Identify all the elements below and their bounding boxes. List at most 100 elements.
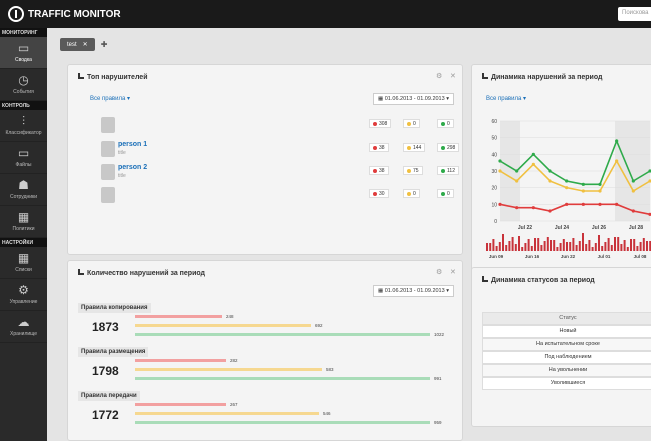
app-title: TRAFFIC MONITOR: [28, 8, 121, 20]
chart-icon: [482, 73, 488, 79]
data-point: [615, 159, 619, 163]
value-red: 267: [230, 402, 238, 407]
data-point: [631, 189, 635, 193]
overview-bar: [521, 247, 524, 251]
person-name[interactable]: person 2: [118, 164, 147, 171]
person-name[interactable]: person 1: [118, 141, 147, 148]
statuses-title: Динамика статусов за период: [482, 276, 595, 284]
overview-bar: [543, 241, 546, 251]
rules-filter-dropdown[interactable]: Все правила ▾: [90, 95, 130, 102]
overview-bar: [636, 246, 639, 251]
data-point: [515, 179, 519, 183]
violator-row[interactable]: person 1 title 38 144 298: [101, 141, 461, 163]
search-input[interactable]: Поискова: [618, 7, 651, 21]
clock-icon: ◷: [18, 73, 29, 87]
value-yellow: 692: [315, 323, 323, 328]
rule-card: Правила копирования 1873 248 692 1022: [78, 303, 461, 341]
data-point: [548, 209, 552, 213]
data-point: [531, 152, 535, 156]
status-header: Статус: [482, 312, 651, 325]
overview-bar: [556, 247, 559, 251]
data-point: [515, 206, 519, 210]
overview-bar: [518, 236, 520, 251]
data-point: [548, 179, 552, 183]
close-icon[interactable]: ✕: [450, 268, 456, 276]
sidebar-item-management[interactable]: ⚙ Управление: [0, 279, 47, 311]
status-item[interactable]: На увольнении: [482, 364, 651, 377]
violators-panel: Топ нарушителей ⚙ ✕ Все правила ▾ ▦ 01.0…: [67, 64, 463, 280]
overview-bar: [620, 244, 623, 251]
value-red: 248: [226, 314, 234, 319]
overview-bar: [524, 243, 527, 251]
status-item[interactable]: На испытательном сроке: [482, 338, 651, 351]
status-item[interactable]: Уволившиеся: [482, 377, 651, 390]
sidebar-item-classifier[interactable]: ⫶ Классификатор: [0, 110, 47, 142]
counts-title: Количество нарушений за период: [78, 269, 205, 277]
bar-yellow: [135, 412, 319, 415]
chart-icon: [78, 269, 84, 275]
overview-bar: [594, 243, 597, 251]
add-tab-icon[interactable]: ✚: [101, 40, 108, 49]
violator-row[interactable]: person 2 title 38 75 112: [101, 164, 461, 186]
overview-bar: [508, 241, 511, 251]
overview-bar: [578, 241, 581, 251]
overview-bar: [486, 243, 488, 251]
overview-bar: [540, 245, 543, 251]
rule-label: Правила копирования: [78, 303, 151, 313]
close-icon[interactable]: ✕: [83, 42, 88, 48]
sidebar-item-events[interactable]: ◷ События: [0, 69, 47, 101]
sidebar-item-storage[interactable]: ☁ Хранилище: [0, 311, 47, 343]
rule-total: 1873: [92, 320, 119, 334]
bar-yellow: [135, 368, 322, 371]
y-tick-label: 10: [491, 202, 497, 208]
overview-bar: [553, 240, 556, 251]
app-logo[interactable]: TRAFFIC MONITOR: [8, 6, 121, 22]
overview-bar: [537, 238, 540, 251]
y-tick-label: 20: [491, 186, 497, 192]
overview-bar: [546, 237, 549, 251]
overview-bar: [617, 237, 620, 251]
sidebar-item-files[interactable]: ▭ Файлы: [0, 142, 47, 174]
value-green: 1022: [434, 332, 445, 337]
x-tick-label: Jul 24: [555, 225, 569, 231]
status-item[interactable]: Под наблюдением: [482, 351, 651, 364]
counts-date-range-picker[interactable]: ▦ 01.06.2013 - 01.09.2013 ▾: [373, 285, 454, 297]
overview-bar: [601, 246, 604, 251]
sidebar-item-summary[interactable]: ▭ Сводка: [0, 37, 47, 69]
dynamics-rules-filter[interactable]: Все правила ▾: [486, 95, 526, 102]
logo-icon: [8, 6, 24, 22]
close-icon[interactable]: ✕: [450, 72, 456, 80]
overview-tick-label: Jul 01: [598, 254, 611, 259]
overview-tick-label: Jun 22: [561, 254, 576, 259]
rule-card: Правила передачи 1772 267 546 959: [78, 391, 461, 429]
bar-red: [135, 315, 222, 318]
data-point: [598, 182, 602, 186]
rule-total: 1798: [92, 364, 119, 378]
violators-title: Топ нарушителей: [78, 73, 148, 81]
sidebar-item-lists[interactable]: ▦ Списки: [0, 247, 47, 279]
data-point: [598, 202, 602, 206]
data-point: [531, 206, 535, 210]
gear-icon[interactable]: ⚙: [436, 268, 442, 276]
count-yellow: 75: [403, 166, 423, 175]
violator-row[interactable]: 30 0 0: [101, 187, 461, 209]
value-red: 282: [230, 358, 238, 363]
gears-icon: ⚙: [18, 283, 29, 297]
tab-test[interactable]: test ✕: [60, 38, 95, 51]
overview-bar: [575, 245, 578, 251]
gear-icon[interactable]: ⚙: [436, 72, 442, 80]
sidebar-section-settings: НАСТРОЙКИ: [0, 238, 47, 247]
bar-red: [135, 403, 226, 406]
sidebar-item-employees[interactable]: ☗ Сотрудники: [0, 174, 47, 206]
data-point: [531, 162, 535, 166]
sidebar-item-policies[interactable]: ▦ Политики: [0, 206, 47, 238]
status-item[interactable]: Новый: [482, 325, 651, 338]
tab-bar: test ✕ ✚: [60, 38, 107, 51]
count-red: 30: [369, 189, 389, 198]
violator-row[interactable]: 308 0 0: [101, 117, 461, 139]
avatar: [101, 117, 115, 133]
overview-bar: [591, 247, 594, 251]
data-point: [565, 186, 569, 190]
y-tick-label: 60: [491, 119, 497, 125]
date-range-picker[interactable]: ▦ 01.06.2013 - 01.09.2013 ▾: [373, 93, 454, 105]
